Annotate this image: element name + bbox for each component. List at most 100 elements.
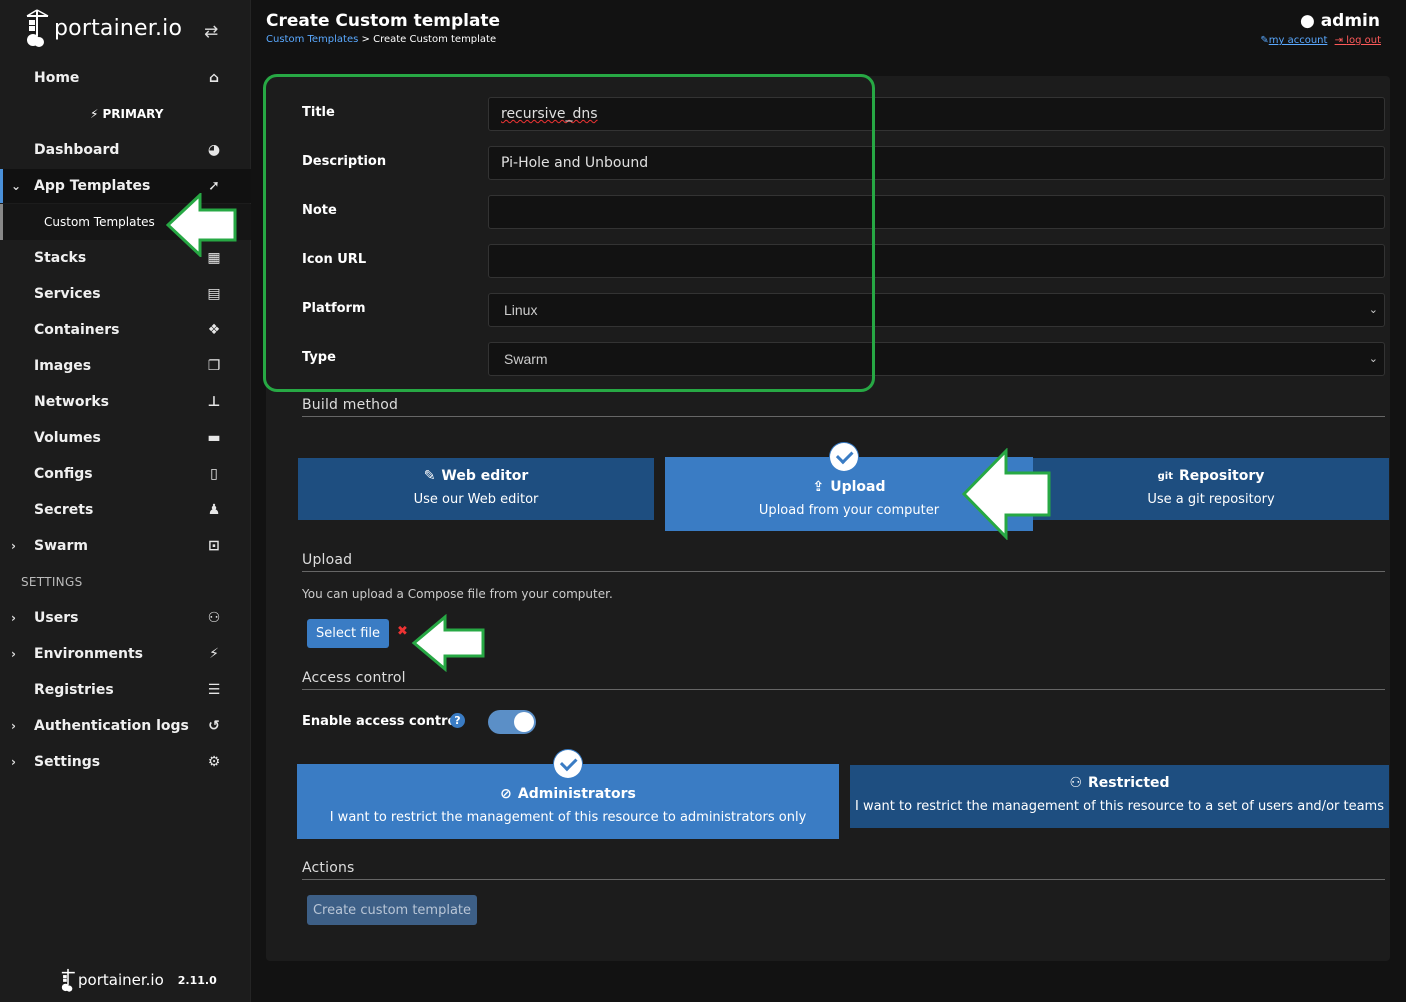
access-option-title: Restricted — [1088, 775, 1170, 791]
home-icon: ⌂ — [208, 70, 220, 86]
cogs-icon: ⚙ — [207, 754, 221, 770]
user-links: ✎my account ⇥ log out — [1260, 35, 1381, 46]
sidebar-item-label: Authentication logs — [34, 718, 189, 734]
sidebar-item-label: Settings — [34, 754, 101, 770]
settings-section-label: SETTINGS — [21, 575, 83, 589]
create-custom-template-button[interactable]: Create custom template — [307, 895, 477, 925]
sidebar-item-authentication-logs[interactable]: › Authentication logs ↺ — [0, 709, 251, 743]
sidebar-item-label: Images — [34, 358, 92, 374]
actions-title: Actions — [302, 860, 355, 876]
sidebar-item-networks[interactable]: Networks ⊥ — [0, 385, 251, 419]
access-option-desc: I want to restrict the management of thi… — [854, 799, 1384, 814]
chevron-right-icon: › — [11, 647, 16, 661]
sidebar-item-label: Home — [34, 70, 80, 86]
sitemap-icon: ⊥ — [207, 394, 221, 410]
sidebar-item-label: Users — [34, 610, 79, 626]
rocket-icon: ➚ — [208, 178, 220, 194]
database-icon: ☰ — [207, 682, 221, 698]
section-divider — [302, 416, 1385, 417]
chevron-down-icon: ⌄ — [11, 179, 22, 193]
clone-icon: ❐ — [207, 358, 221, 374]
build-method-title: Build method — [302, 397, 399, 413]
help-icon[interactable]: ? — [450, 713, 465, 728]
chevron-right-icon: › — [11, 719, 16, 733]
log-out-link[interactable]: ⇥ log out — [1335, 35, 1381, 46]
sidebar-item-services[interactable]: Services ▤ — [0, 277, 251, 311]
check-icon — [554, 750, 582, 778]
git-icon: git — [1157, 470, 1173, 482]
sidebar-item-label: App Templates — [34, 178, 151, 194]
sidebar-item-label: Configs — [34, 466, 93, 482]
build-option-title: Upload — [830, 479, 886, 495]
breadcrumb: Custom Templates > Create Custom templat… — [266, 34, 496, 45]
chevron-right-icon: › — [11, 755, 16, 769]
file-code-icon: ▯ — [210, 466, 218, 482]
sidebar-item-label: Containers — [34, 322, 120, 338]
edit-icon: ✎ — [423, 468, 436, 484]
sidebar-item-label: Registries — [34, 682, 114, 698]
page-title: Create Custom template — [266, 11, 501, 31]
sidebar-item-volumes[interactable]: Volumes ▬ — [0, 421, 251, 455]
section-divider — [302, 571, 1385, 572]
sidebar-item-label: Environments — [34, 646, 144, 662]
table-icon: ▦ — [207, 250, 221, 266]
history-icon: ↺ — [208, 718, 220, 734]
object-group-icon: ⊡ — [208, 538, 220, 554]
sidebar-item-secrets[interactable]: Secrets ♟ — [0, 493, 251, 527]
access-option-desc: I want to restrict the management of thi… — [329, 810, 807, 825]
main-content: Create Custom template Custom Templates … — [251, 0, 1406, 1002]
section-divider — [302, 689, 1385, 690]
access-control-toggle[interactable] — [488, 710, 536, 734]
select-file-button[interactable]: Select file — [307, 619, 389, 648]
portainer-crane-icon — [61, 968, 75, 992]
users-icon: ⚇ — [207, 610, 221, 626]
build-option-repository[interactable]: git Repository Use a git repository — [1033, 458, 1389, 520]
section-divider — [302, 879, 1385, 880]
sidebar-item-label: Networks — [34, 394, 110, 410]
plug-icon: ⚡ — [90, 107, 99, 121]
sidebar-item-configs[interactable]: Configs ▯ — [0, 457, 251, 491]
sidebar-item-swarm[interactable]: › Swarm ⊡ — [0, 529, 251, 563]
sidebar-item-containers[interactable]: Containers ❖ — [0, 313, 251, 347]
users-icon: ⚇ — [1069, 775, 1083, 791]
wrench-icon: ✎ — [1260, 35, 1269, 46]
chevron-down-icon: ⌄ — [1368, 304, 1378, 316]
sidebar-item-label: Stacks — [34, 250, 87, 266]
sidebar-item-dashboard[interactable]: Dashboard ◕ — [0, 133, 251, 167]
build-option-subtitle: Use a git repository — [1147, 492, 1275, 507]
sidebar-item-images[interactable]: Images ❐ — [0, 349, 251, 383]
cubes-icon: ❖ — [207, 322, 221, 338]
my-account-link[interactable]: my account — [1269, 35, 1328, 46]
sidebar: portainer.io ⇄ Home ⌂ ⚡ PRIMARY Dashboard… — [0, 0, 251, 1002]
sidebar-item-stacks[interactable]: Stacks ▦ — [0, 241, 251, 275]
sidebar-item-label: Dashboard — [34, 142, 120, 158]
check-icon — [830, 443, 858, 471]
sidebar-item-environments[interactable]: › Environments ⚡ — [0, 637, 251, 671]
sidebar-toggle-icon[interactable]: ⇄ — [204, 22, 218, 42]
build-option-web-editor[interactable]: ✎ Web editor Use our Web editor — [298, 458, 654, 520]
build-option-title: Web editor — [441, 468, 529, 484]
build-option-title: Repository — [1178, 468, 1265, 484]
sidebar-item-registries[interactable]: Registries ☰ — [0, 673, 251, 707]
footer-logo: portainer.io 2.11.0 — [60, 966, 217, 994]
breadcrumb-separator: > — [358, 34, 374, 45]
sidebar-item-label: Secrets — [34, 502, 94, 518]
upload-help-text: You can upload a Compose file from your … — [302, 587, 613, 601]
clear-file-icon[interactable]: ✖ — [397, 624, 408, 639]
breadcrumb-link-custom-templates[interactable]: Custom Templates — [266, 34, 358, 45]
sidebar-item-label: Services — [34, 286, 101, 302]
chevron-right-icon: › — [11, 611, 16, 625]
sidebar-item-settings[interactable]: › Settings ⚙ — [0, 745, 251, 779]
sidebar-item-label: Swarm — [34, 538, 88, 554]
chevron-down-icon: ⌄ — [1368, 353, 1378, 365]
gauge-icon: ◕ — [207, 142, 221, 158]
build-option-subtitle: Use our Web editor — [413, 492, 539, 507]
sidebar-item-home[interactable]: Home ⌂ — [0, 61, 251, 95]
user-secret-icon: ♟ — [207, 502, 221, 518]
footer-logo-text: portainer.io — [78, 971, 164, 989]
portainer-logo[interactable]: portainer.io — [24, 8, 182, 48]
form-panel: Title recursive_dns Description Pi-Hole … — [263, 74, 1390, 961]
sidebar-item-users[interactable]: › Users ⚇ — [0, 601, 251, 635]
portainer-crane-icon — [26, 9, 49, 47]
access-option-restricted[interactable]: ⚇ Restricted I want to restrict the manag… — [850, 765, 1389, 828]
